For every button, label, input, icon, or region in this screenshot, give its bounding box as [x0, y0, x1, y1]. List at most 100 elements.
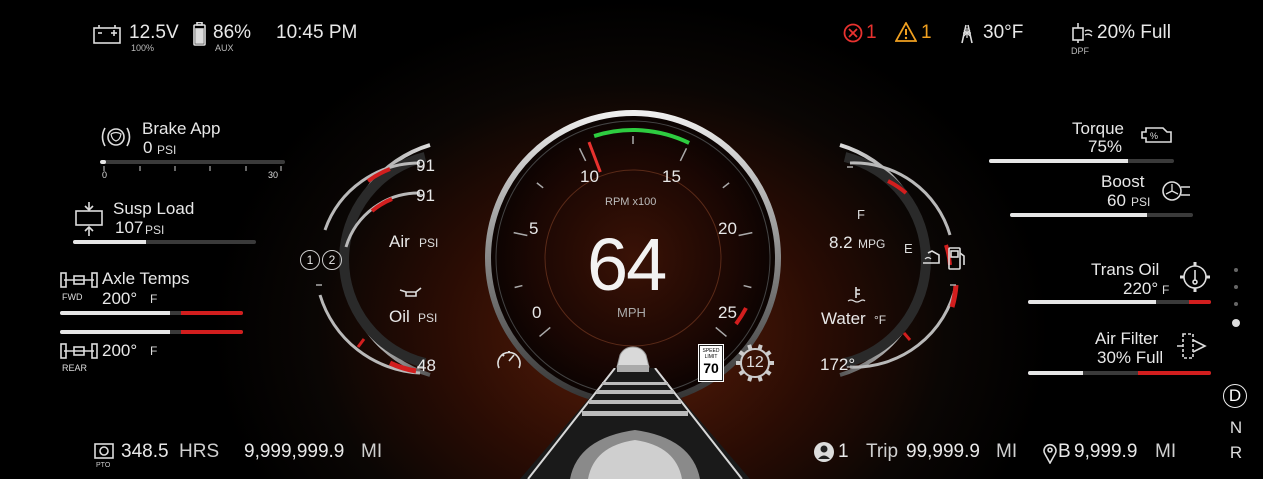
brake-value: 0	[143, 138, 153, 157]
page-dot[interactable]	[1234, 268, 1238, 272]
aux-battery-icon	[193, 22, 206, 46]
air-circuit-1-icon: 1	[300, 250, 320, 270]
boost-value: 60	[1107, 191, 1126, 210]
warning-count: 1	[921, 22, 932, 43]
trip-a-value: 99,999.9	[906, 441, 980, 462]
battery-icon	[93, 25, 121, 44]
pto-tag: PTO	[96, 462, 111, 469]
speed-limit-caption: SPEED LIMIT	[702, 348, 720, 360]
transmission-temp-icon	[1180, 262, 1210, 292]
dpf-label: DPF	[1071, 46, 1089, 56]
speed-unit: MPH	[617, 305, 646, 320]
water-temp-value: 172°	[820, 355, 856, 374]
speed-value: 64	[587, 223, 667, 306]
rpm-tick-label: 25	[718, 303, 737, 322]
pto-icon	[94, 443, 114, 459]
air-filter-icon	[1177, 333, 1207, 359]
axle-rear-bar	[60, 330, 243, 334]
rpm-tick-label: 10	[580, 167, 599, 186]
outside-temperature: 30°F	[983, 22, 1024, 43]
fault-count: 1	[866, 22, 877, 43]
fuel-empty-label: E	[904, 241, 913, 256]
mpg-value: 8.2	[829, 233, 853, 252]
rpm-tick-label: 0	[532, 303, 542, 322]
axle-temps-label: Axle Temps	[102, 269, 190, 288]
gear-selector-drive: D	[1223, 384, 1247, 408]
warning-icon	[895, 22, 917, 42]
water-unit: °F	[874, 313, 887, 327]
trans-oil-unit: F	[1162, 283, 1170, 297]
boost-unit: PSI	[1131, 195, 1151, 209]
cruise-control-icon	[497, 351, 521, 369]
trip-b-value: 9,999.9	[1074, 441, 1138, 462]
susp-load-unit: PSI	[145, 223, 165, 237]
aux-battery-percent: 86%	[213, 22, 252, 43]
page-dot[interactable]	[1234, 302, 1238, 306]
page-dot[interactable]	[1234, 285, 1238, 289]
axle-fwd-icon	[60, 272, 98, 288]
brake-scale-min: 0	[102, 170, 108, 180]
location-pin-icon	[1043, 443, 1057, 464]
gear-selector-reverse: R	[1229, 443, 1243, 462]
axle-rear-value: 200°	[102, 341, 138, 360]
air-unit: PSI	[419, 236, 439, 250]
brake-scale-ticks	[103, 166, 282, 171]
trip-a-unit: MI	[996, 441, 1018, 462]
air-filter-value: 30% Full	[1097, 348, 1164, 367]
air-filter-label: Air Filter	[1095, 329, 1159, 348]
boost-label: Boost	[1101, 172, 1145, 191]
fault-icon	[843, 23, 863, 43]
brake-scale-max: 30	[268, 170, 279, 180]
rpm-tick-label: 20	[718, 219, 737, 238]
oil-unit: PSI	[418, 311, 438, 325]
road-graphic	[520, 368, 750, 479]
aux-label: AUX	[215, 43, 234, 53]
oil-can-icon	[399, 287, 422, 297]
rpm-tick-label: 5	[529, 219, 539, 238]
air-primary-value: 91	[416, 156, 435, 175]
suspension-icon	[75, 202, 103, 236]
oil-label: Oil	[389, 307, 410, 326]
trans-oil-bar	[1028, 300, 1211, 304]
brake-icon	[101, 127, 131, 147]
susp-load-value: 107	[115, 218, 144, 237]
axle-rear-unit: F	[150, 344, 158, 358]
def-fluid-icon	[923, 250, 940, 264]
air-circuit-2-icon: 2	[322, 250, 342, 270]
coolant-temp-icon	[847, 287, 866, 303]
oil-pressure-value: 48	[417, 356, 436, 375]
axle-rear-tag: REAR	[62, 363, 88, 373]
clock: 10:45 PM	[276, 22, 358, 43]
fuel-full-label: F	[857, 207, 865, 222]
axle-fwd-tag: FWD	[62, 292, 83, 302]
odometer-value: 9,999,999.9	[244, 441, 345, 462]
trip-b-unit: MI	[1155, 441, 1177, 462]
trans-oil-label: Trans Oil	[1091, 260, 1160, 279]
susp-load-bar	[73, 240, 256, 244]
gear-selector-neutral: N	[1229, 418, 1243, 437]
driver-id: 1	[838, 441, 849, 462]
brake-pressure-bar	[100, 160, 285, 164]
speed-limit-value: 70	[703, 360, 719, 376]
trans-oil-value: 220°	[1123, 279, 1159, 298]
lead-vehicle-icon	[616, 346, 650, 372]
brake-label: Brake App	[142, 119, 221, 138]
engine-hours-unit: HRS	[179, 441, 220, 462]
engine-torque-icon: %	[1141, 127, 1172, 143]
ice-road-icon	[961, 24, 973, 44]
engine-hours-value: 348.5	[121, 441, 169, 462]
page-indicator[interactable]	[1231, 268, 1241, 340]
odometer-unit: MI	[361, 441, 383, 462]
dpf-status: 20% Full	[1097, 22, 1171, 43]
mpg-unit: MPG	[858, 237, 886, 251]
axle-fwd-bar	[60, 311, 243, 315]
turbo-icon	[1162, 181, 1190, 201]
battery-charge-percent: 100%	[131, 43, 155, 53]
trip-b-label: B	[1058, 441, 1071, 462]
page-dot-active[interactable]	[1232, 319, 1240, 327]
air-secondary-value: 91	[416, 186, 435, 205]
rpm-label: RPM x100	[605, 196, 657, 208]
axle-rear-icon	[60, 343, 98, 359]
air-label: Air	[389, 232, 410, 251]
torque-value: 75%	[1088, 137, 1123, 156]
